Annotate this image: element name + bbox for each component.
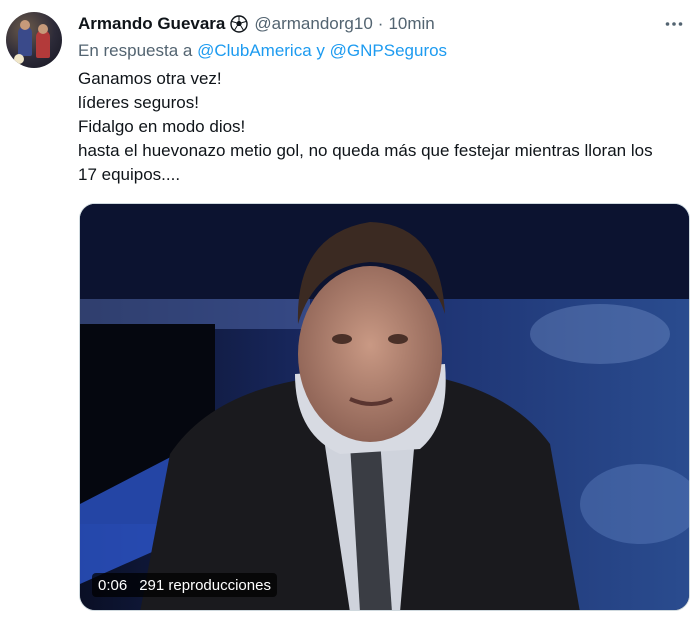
- tweet[interactable]: Armando Guevara @armandorg10 · 10min En …: [0, 0, 698, 620]
- author-handle[interactable]: @armandorg10: [254, 14, 372, 34]
- mention-link[interactable]: @ClubAmerica: [197, 41, 312, 60]
- timestamp[interactable]: 10min: [388, 14, 434, 34]
- video-player[interactable]: 0:06 291 reproducciones: [79, 203, 690, 611]
- video-info-badge: 0:06 291 reproducciones: [92, 573, 277, 597]
- text-line: Fidalgo en modo dios!: [78, 117, 246, 136]
- text-line: Ganamos otra vez!: [78, 69, 222, 88]
- soccer-ball-icon: [230, 15, 249, 33]
- mention-link[interactable]: @GNPSeguros: [330, 41, 447, 60]
- more-options-button[interactable]: [662, 12, 686, 36]
- tweet-text: Ganamos otra vez! líderes seguros! Fidal…: [78, 67, 690, 187]
- video-duration: 0:06: [98, 576, 128, 594]
- text-line: líderes seguros!: [78, 93, 199, 112]
- separator-dot: ·: [377, 14, 384, 33]
- text-line: 17 equipos....: [78, 165, 181, 184]
- reply-prefix: En respuesta a: [78, 41, 193, 60]
- view-count: 291 reproducciones: [139, 576, 271, 594]
- reply-conjunction[interactable]: y: [316, 41, 325, 60]
- reply-context: En respuesta a @ClubAmerica y @GNPSeguro…: [78, 41, 447, 61]
- tweet-header: Armando Guevara @armandorg10 · 10min: [78, 13, 435, 35]
- text-line: hasta el huevonazo metio gol, no queda m…: [78, 141, 653, 160]
- author-name[interactable]: Armando Guevara: [78, 14, 225, 34]
- video-thumbnail: [80, 204, 689, 610]
- more-icon: [665, 22, 683, 26]
- avatar[interactable]: [6, 12, 62, 68]
